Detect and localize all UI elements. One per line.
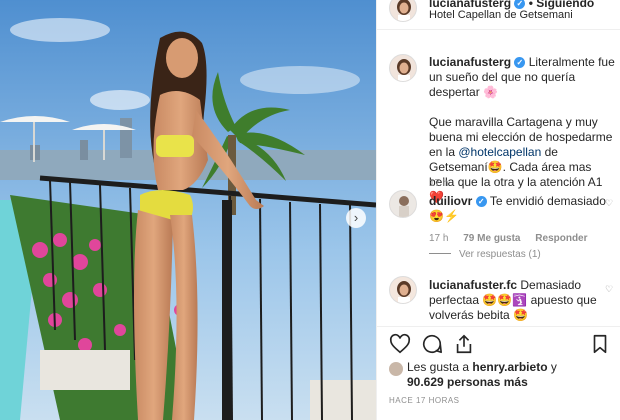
comment-emojis: 🤩🤩🛐 xyxy=(482,293,528,307)
verified-icon: ✓ xyxy=(514,0,526,9)
save-button[interactable] xyxy=(589,333,611,355)
post-actions xyxy=(377,326,620,360)
bookmark-icon xyxy=(593,334,607,354)
star-struck-emoji: 🤩 xyxy=(487,160,503,174)
author-avatar[interactable] xyxy=(389,0,417,22)
comment-text: lucianafuster.fc Demasiado perfectaa 🤩🤩🛐… xyxy=(429,278,615,323)
post-timestamp[interactable]: HACE 17 HORAS xyxy=(389,396,460,405)
liker-avatar[interactable] xyxy=(389,362,403,376)
comment-emojis: 😍⚡ xyxy=(429,209,459,223)
comment-button[interactable] xyxy=(421,333,443,355)
likes-count[interactable]: 90.629 xyxy=(407,375,444,389)
view-replies-link[interactable]: Ver respuestas (1) xyxy=(429,249,541,260)
commenter-avatar[interactable] xyxy=(389,190,417,218)
liker-username[interactable]: henry.arbieto xyxy=(472,360,547,374)
likes-conj: y xyxy=(550,360,557,374)
reply-button[interactable]: Responder xyxy=(535,233,587,244)
comment-emoji-end: 🤩 xyxy=(513,308,529,322)
caption-avatar[interactable] xyxy=(389,54,417,82)
flower-emoji: 🌸 xyxy=(483,85,498,99)
post-photo[interactable]: › xyxy=(0,0,376,420)
likes-prefix: Les gusta a xyxy=(407,360,470,374)
hotel-mention-link[interactable]: @hotelcapellan xyxy=(458,145,541,159)
location-link[interactable]: Hotel Capellan de Getsemani xyxy=(429,9,573,21)
share-button[interactable] xyxy=(453,333,475,355)
view-replies-label: Ver respuestas (1) xyxy=(459,249,541,260)
heart-icon xyxy=(389,333,411,354)
likes-suffix[interactable]: personas más xyxy=(447,375,528,389)
post-header: lucianafusterg ✓ • Siguiendo Hotel Capel… xyxy=(377,0,620,30)
likes-summary: Les gusta a henry.arbieto y 90.629 perso… xyxy=(407,360,557,390)
comment-timestamp: 17 h xyxy=(429,233,449,244)
replies-divider xyxy=(429,253,451,254)
comment-like-icon[interactable]: ♡ xyxy=(605,284,615,294)
comment-username[interactable]: duiliovr xyxy=(429,194,472,208)
verified-icon: ✓ xyxy=(514,57,526,68)
caption-time: 17 h xyxy=(429,178,460,189)
comment-like-icon[interactable]: ♡ xyxy=(605,198,615,208)
comment-text: duiliovr ✓ Te envidió demasiado 😍⚡ xyxy=(429,194,615,224)
like-button[interactable] xyxy=(389,333,411,355)
comment-likes-count[interactable]: 79 Me gusta xyxy=(463,233,520,244)
comment-icon xyxy=(422,334,442,354)
next-photo-button[interactable]: › xyxy=(346,208,366,228)
post-side-panel: lucianafusterg ✓ • Siguiendo Hotel Capel… xyxy=(376,0,620,420)
comment-username[interactable]: lucianafuster.fc xyxy=(429,278,517,292)
caption-timestamp: 17 h xyxy=(429,178,449,189)
comment-body: Te envidió demasiado xyxy=(489,194,606,208)
caption-username[interactable]: lucianafusterg xyxy=(429,55,511,69)
comment-meta: 17 h 79 Me gusta Responder xyxy=(429,233,600,244)
share-icon xyxy=(456,334,472,354)
commenter-avatar[interactable] xyxy=(389,276,417,304)
verified-icon: ✓ xyxy=(475,196,487,207)
photo-scene xyxy=(0,0,376,420)
